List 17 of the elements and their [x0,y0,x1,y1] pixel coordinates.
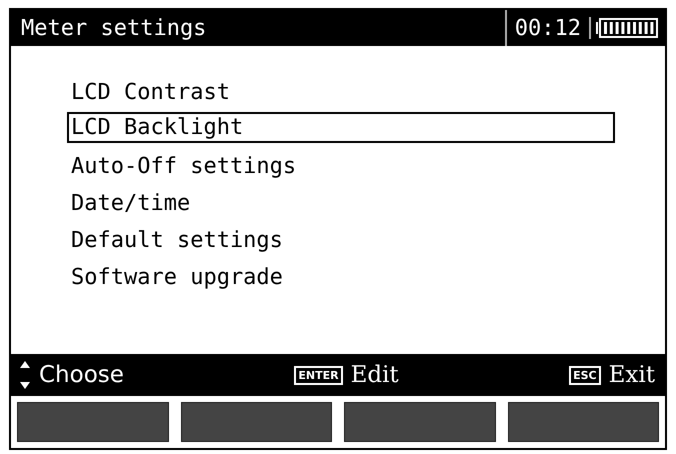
soft-key-button[interactable] [344,402,496,442]
menu-item[interactable]: LCD Contrast [67,72,615,109]
hint-label: Edit [350,362,399,388]
menu-item[interactable]: Date/time [67,183,615,220]
key-label: ENTER [294,366,343,384]
menu-item[interactable]: Software upgrade [67,257,615,294]
key-label: ESC [569,366,601,384]
soft-key-button[interactable] [508,402,659,442]
screen-title: Meter settings [20,16,206,40]
up-down-arrows-icon [19,360,31,390]
menu-item[interactable]: LCD Backlight [67,112,615,143]
hint-label: Choose [39,362,124,388]
menu-item[interactable]: Default settings [67,220,615,257]
hint-label: Exit [608,362,655,388]
menu-item[interactable]: Auto-Off settings [67,146,615,183]
soft-key-button[interactable] [180,402,332,442]
soft-key-button[interactable] [17,402,168,442]
